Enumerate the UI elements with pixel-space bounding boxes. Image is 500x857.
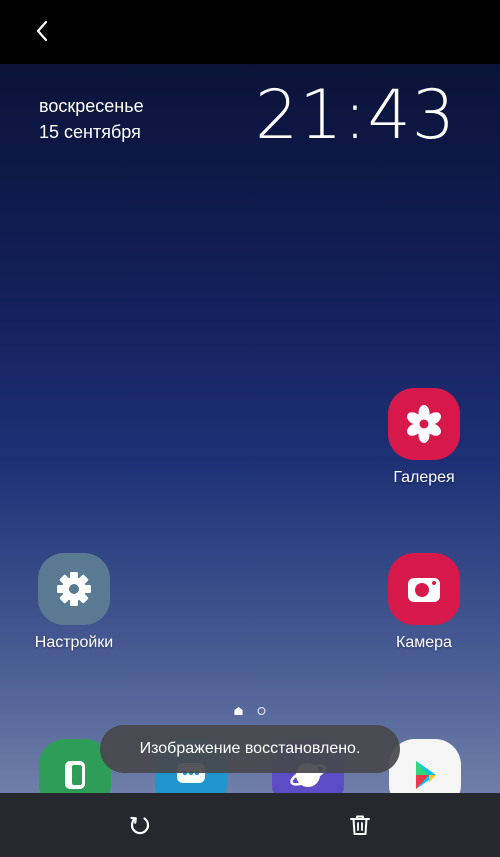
clock-widget: 21:43 (255, 76, 456, 155)
app-label: Настройки (34, 634, 114, 651)
bottom-toolbar (0, 793, 500, 857)
page-dot[interactable] (257, 706, 266, 715)
gallery-icon (388, 388, 460, 460)
gear-icon (38, 553, 110, 625)
delete-button[interactable] (342, 807, 378, 843)
day-of-week: воскресенье (39, 96, 144, 116)
app-camera[interactable]: Камера (369, 553, 479, 652)
toast-message: Изображение восстановлено. (100, 725, 400, 773)
app-label: Камера (396, 634, 452, 651)
date-text: 15 сентября (39, 122, 141, 142)
top-bar (0, 0, 500, 64)
chevron-left-icon (36, 20, 48, 42)
date-widget: воскресенье 15 сентября (39, 93, 144, 145)
restore-icon (130, 816, 150, 835)
page-indicator (0, 706, 500, 715)
app-gallery[interactable]: Галерея (369, 388, 479, 487)
restore-button[interactable] (122, 807, 158, 843)
back-button[interactable] (26, 14, 58, 48)
app-label: Галерея (393, 469, 455, 486)
home-screen-preview: воскресенье 15 сентября 21:43 Галерея На… (0, 64, 500, 793)
app-settings[interactable]: Настройки (19, 553, 129, 652)
home-page-icon[interactable] (234, 706, 243, 715)
camera-icon (388, 553, 460, 625)
trash-icon (350, 815, 370, 835)
